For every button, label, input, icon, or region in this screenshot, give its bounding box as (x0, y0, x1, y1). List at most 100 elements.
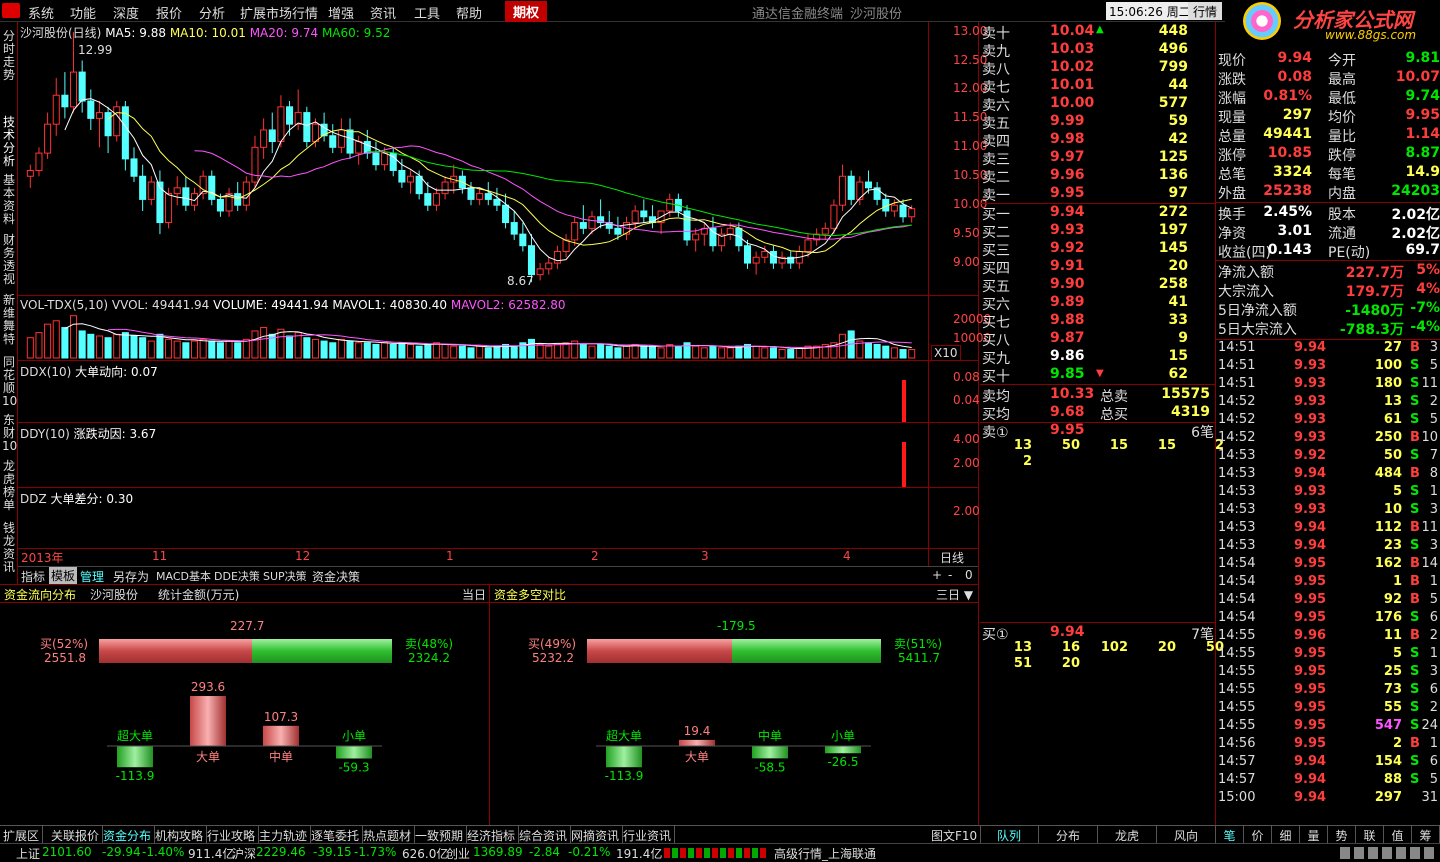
quote-button[interactable]: 行情 (1188, 2, 1223, 20)
bottom-tab[interactable]: 一致预期 (412, 826, 468, 843)
ob-level-price: 9.85 (1050, 366, 1085, 382)
bottom-tab[interactable]: 热点题材 (360, 826, 416, 843)
orderbook-tab[interactable]: 分布 (1039, 826, 1098, 843)
tool-dde[interactable]: DDE决策 (214, 568, 260, 584)
bottom-tab[interactable]: 扩展区 (0, 826, 44, 843)
fund-dist-period[interactable]: 当日 (462, 586, 486, 603)
ob-level-name: 卖六 (982, 98, 1010, 114)
menu-help[interactable]: 帮助 (456, 3, 482, 22)
vol-header: VOL-TDX(5,10) VVOL: 49441.94 VOLUME: 494… (20, 298, 566, 312)
left-tab-ths10[interactable]: 同花顺10 (2, 356, 17, 408)
left-tab-intraday[interactable]: 分时走势 (2, 30, 16, 82)
ob-level-volume: 62 (1168, 366, 1188, 382)
tool-manage[interactable]: 管理 (80, 568, 104, 585)
menu-depth[interactable]: 深度 (113, 3, 139, 22)
tick-price: 9.94 (1294, 520, 1327, 535)
menu-enhance[interactable]: 增强 (328, 3, 354, 22)
left-tab-technical[interactable]: 技术分析 (2, 116, 16, 168)
tick-time: 14:55 (1218, 700, 1256, 715)
bottom-tab[interactable]: 资金分布 (100, 826, 156, 843)
left-tab-financials[interactable]: 财务透视 (2, 234, 16, 286)
tool-fund[interactable]: 资金决策 (312, 568, 360, 585)
ask-row: 卖八 10.02 799 (980, 59, 1216, 78)
ob-level-volume: 197 (1158, 222, 1188, 238)
reset-button[interactable]: 0 (965, 568, 973, 582)
bottom-tab[interactable]: 主力轨迹 (256, 826, 312, 843)
menu-ext-market[interactable]: 扩展市场行情 (240, 3, 318, 22)
menu-analysis[interactable]: 分析 (199, 3, 225, 22)
ob-avg-name: 买均 (982, 407, 1010, 423)
zoom-in-button[interactable]: + (932, 568, 942, 582)
bottom-tab-f10[interactable]: 图文F10 (928, 826, 982, 843)
fund-dist-sell-amt: 2324.2 (408, 651, 450, 665)
ob-avg-name: 卖均 (982, 389, 1010, 405)
ob-level-name: 买四 (982, 261, 1010, 277)
tick-count: 6 (1429, 754, 1438, 769)
volume-bar (545, 345, 553, 359)
tool-saveas[interactable]: 另存为 (113, 568, 149, 585)
bottom-tab[interactable]: 综合资讯 (516, 826, 572, 843)
orderbook-tab[interactable]: 风向 (1157, 826, 1216, 843)
menu-function[interactable]: 功能 (70, 3, 96, 22)
tool-sup[interactable]: SUP决策 (263, 568, 307, 584)
orderbook-tab[interactable]: 队列 (980, 826, 1039, 843)
fund-dist-title[interactable]: 资金流向分布 (4, 586, 76, 603)
ticks-tab[interactable]: 筹 (1412, 826, 1440, 843)
menu-options[interactable]: 期权 (505, 1, 548, 22)
tick-count: 3 (1429, 340, 1438, 355)
x-label: 12 (295, 549, 311, 563)
volume-bar (441, 343, 449, 359)
bottom-tab[interactable]: 关联报价 (48, 826, 104, 843)
bid-row: 买八 9.87 9 (980, 330, 1216, 349)
ob-level-volume: 9 (1178, 330, 1188, 346)
bottom-tab[interactable]: 网摘资讯 (568, 826, 624, 843)
menu-news[interactable]: 资讯 (370, 3, 396, 22)
tick-count: 10 (1421, 430, 1438, 445)
zoom-out-button[interactable]: - (948, 568, 952, 582)
bottom-tab[interactable]: 行业攻略 (204, 826, 260, 843)
tick-volume: 92 (1383, 592, 1402, 607)
left-tab-eastmoney10[interactable]: 东财10 (2, 414, 17, 453)
ob-level-volume: 577 (1158, 95, 1188, 111)
volume-bar (406, 343, 415, 359)
ticks-tab[interactable]: 细 (1272, 826, 1300, 843)
volume-bar (199, 338, 207, 359)
bottom-tab[interactable]: 逐笔委托 (308, 826, 364, 843)
tool-macd[interactable]: MACD基本 (156, 568, 211, 584)
bottom-tab[interactable]: 机构攻略 (152, 826, 208, 843)
ticks-tab[interactable]: 势 (1328, 826, 1356, 843)
fund-cmp-period[interactable]: 三日 ▼ (936, 586, 973, 603)
menu-quote[interactable]: 报价 (156, 3, 182, 22)
fund-dist-buy-pct: 买(52%) (40, 637, 89, 651)
ticks-tab[interactable]: 量 (1300, 826, 1328, 843)
orderbook-tab[interactable]: 龙虎 (1098, 826, 1157, 843)
tool-indicator[interactable]: 指标 (21, 568, 45, 585)
fund-cmp-title[interactable]: 资金多空对比 (494, 586, 566, 603)
ddx-label: DDX(10) (20, 365, 72, 379)
left-tab-dragon[interactable]: 龙虎榜单 (2, 460, 16, 512)
ob-level-volume: 136 (1158, 167, 1188, 183)
ticks-tab[interactable]: 价 (1244, 826, 1272, 843)
flow-pct: -7% (1410, 300, 1440, 316)
quote-key: PE(动) (1328, 245, 1371, 261)
menu-tools[interactable]: 工具 (414, 3, 440, 22)
candle (769, 245, 777, 269)
tick-time: 14:54 (1218, 556, 1256, 571)
candle (372, 141, 380, 171)
menu-system[interactable]: 系统 (28, 3, 54, 22)
bottom-tab[interactable]: 行业资讯 (620, 826, 676, 843)
tool-template[interactable]: 模板 (49, 567, 78, 584)
ma60-label: MA60: 9.52 (321, 26, 391, 40)
left-tab-xinwei[interactable]: 新维舞特 (2, 294, 16, 346)
tick-volume: 61 (1383, 412, 1402, 427)
ticks-tab[interactable]: 值 (1384, 826, 1412, 843)
ticks-tab[interactable]: 笔 (1216, 826, 1244, 843)
left-tab-qianlong[interactable]: 钱龙资讯 (2, 522, 16, 574)
index-sz-pct: -1.73% (354, 845, 397, 859)
period-label[interactable]: 日线 (940, 549, 964, 566)
bottom-tab[interactable]: 经济指标 (464, 826, 520, 843)
bid-row: 买一 9.94 272 (980, 204, 1216, 223)
volume-bar (908, 349, 916, 359)
ticks-tab[interactable]: 联 (1356, 826, 1384, 843)
left-tab-fundamentals[interactable]: 基本资料 (2, 174, 16, 226)
